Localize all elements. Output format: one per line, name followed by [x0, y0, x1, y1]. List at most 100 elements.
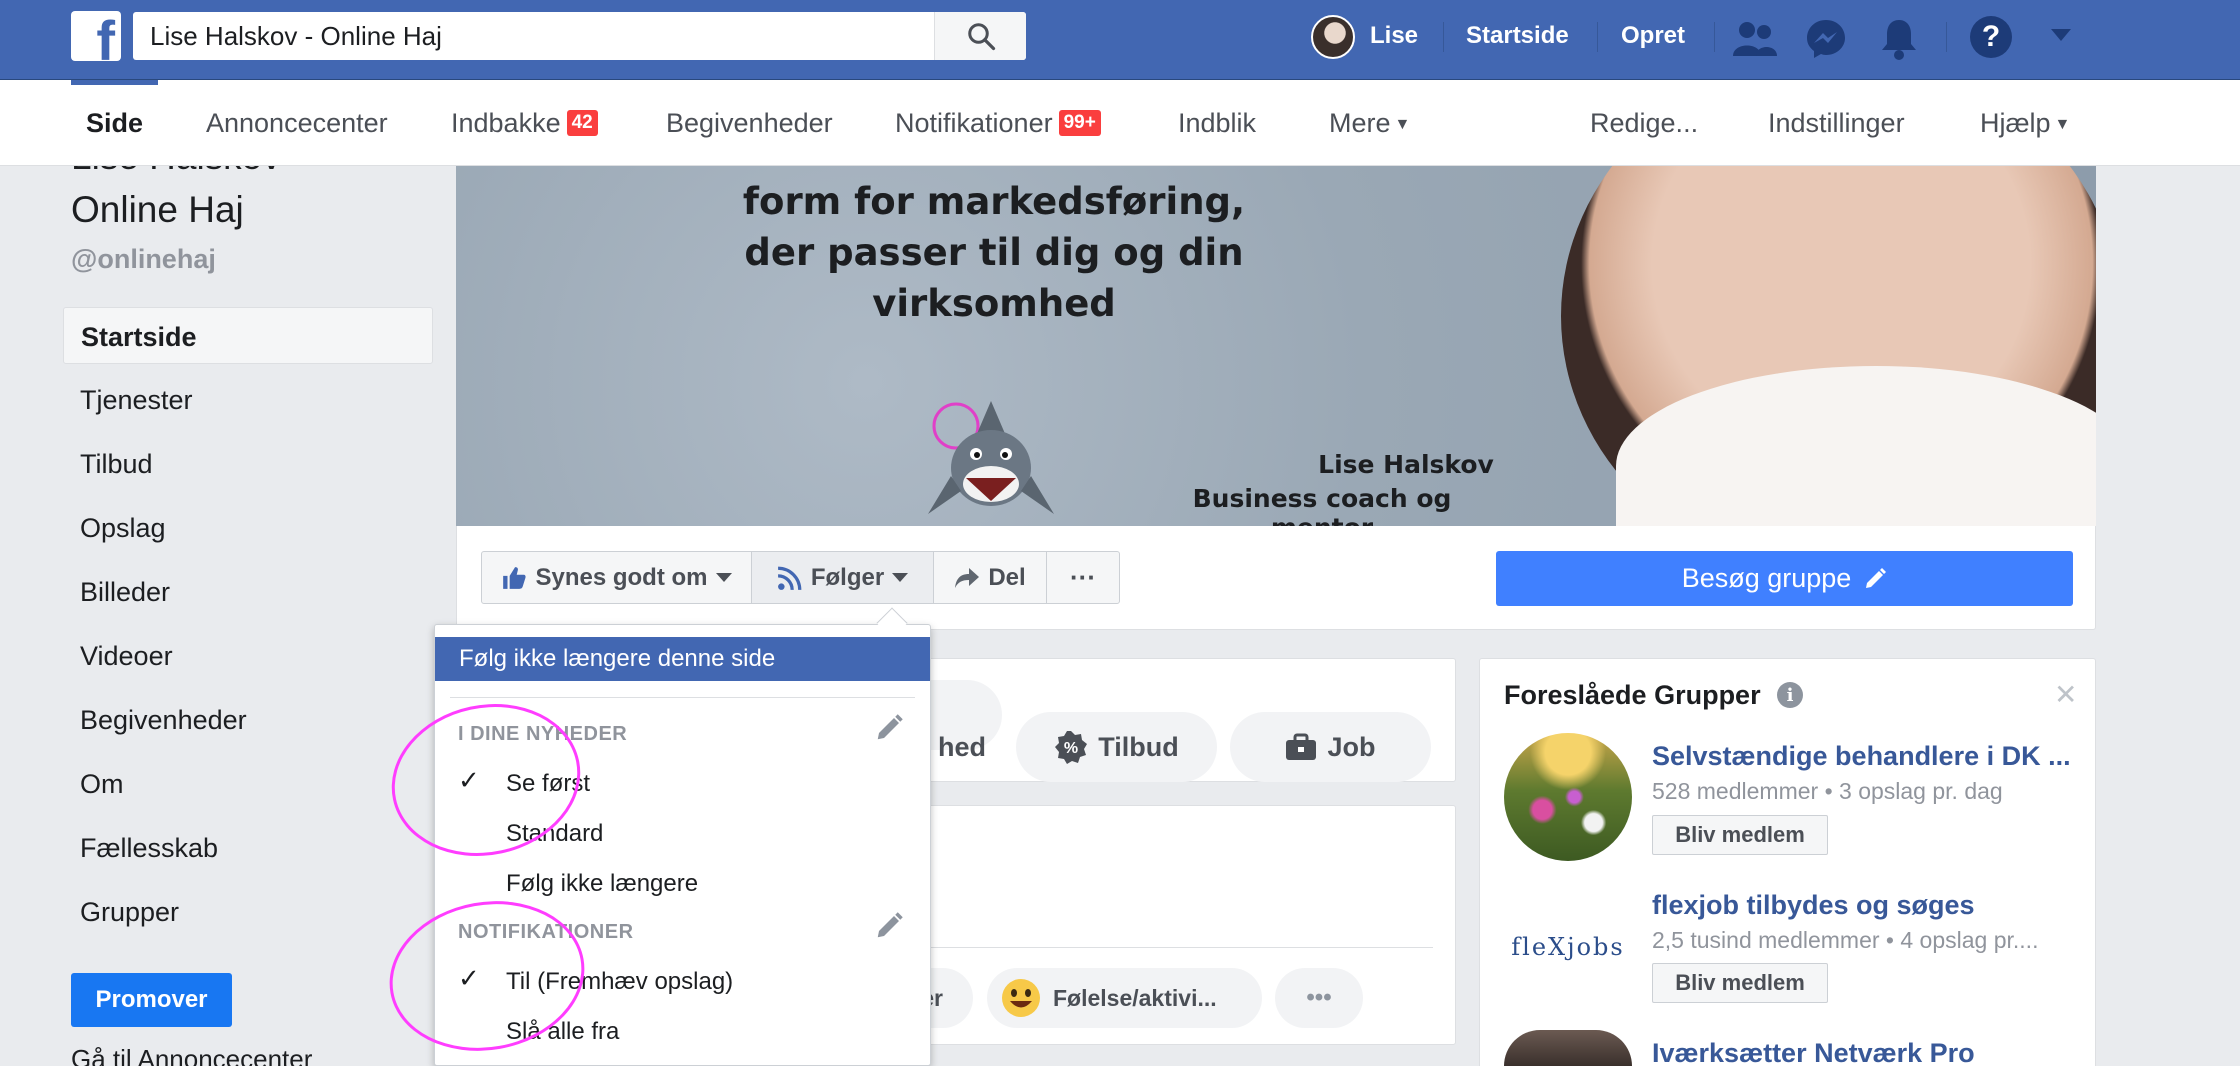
go-to-ad-center-link[interactable]: Gå til Annoncecenter: [71, 1044, 312, 1066]
tab-pill-jobs[interactable]: Job: [1230, 712, 1431, 782]
group-thumbnail[interactable]: [1504, 733, 1632, 861]
tab-notifications[interactable]: Notifikationer 99+: [895, 108, 1101, 139]
create-link[interactable]: Opret: [1621, 22, 1685, 50]
composer-more-button[interactable]: •••: [1275, 968, 1363, 1028]
tab-label: Indstillinger: [1768, 108, 1905, 138]
smiley-emoji-icon: [1002, 979, 1040, 1017]
tab-label: Mere: [1329, 108, 1391, 138]
group-name-link[interactable]: Iværksætter Netværk Pro: [1652, 1038, 1975, 1066]
group-logo[interactable]: fleXjobs: [1504, 883, 1632, 1011]
help-icon[interactable]: ?: [1970, 16, 2012, 58]
more-options-button[interactable]: ···: [1046, 551, 1120, 604]
svg-text:%: %: [1064, 740, 1078, 757]
group-name-link[interactable]: Selvstændige behandlere i DK ...: [1652, 741, 2071, 772]
tab-label: Notifikationer: [895, 108, 1053, 138]
following-label: Følger: [810, 563, 885, 591]
active-tab-indicator: [71, 80, 158, 85]
menu-divider: [450, 697, 915, 698]
sidebar-item-posts[interactable]: Opslag: [63, 499, 433, 556]
tab-page[interactable]: Side: [86, 108, 143, 139]
search-input[interactable]: [133, 12, 933, 60]
visit-group-button[interactable]: Besøg gruppe: [1496, 551, 2073, 606]
tab-pill-offers[interactable]: % Tilbud: [1016, 712, 1217, 782]
sidebar-item-services[interactable]: Tjenester: [63, 371, 433, 428]
nav-divider: [1946, 22, 1947, 52]
sidebar-item-about[interactable]: Om: [63, 755, 433, 812]
tab-pill-label: Job: [1327, 731, 1376, 762]
briefcase-icon: [1286, 733, 1317, 760]
close-icon[interactable]: ✕: [2054, 678, 2077, 711]
tab-label: Redige...: [1590, 108, 1699, 138]
tab-edit[interactable]: Redige...: [1590, 108, 1698, 139]
cover-text-line3: virksomhed: [872, 282, 1116, 325]
tab-ad-center[interactable]: Annoncecenter: [206, 108, 388, 139]
group-name-link[interactable]: flexjob tilbydes og søges: [1652, 890, 1975, 921]
tab-more[interactable]: Mere ▼: [1329, 108, 1410, 139]
cover-person-title: Business coach og mentor: [1192, 484, 1452, 526]
thumbs-up-icon: [503, 566, 527, 589]
following-button[interactable]: Følger: [751, 551, 934, 604]
page-handle[interactable]: @onlinehaj: [71, 244, 216, 275]
sidebar-item-events[interactable]: Begivenheder: [63, 691, 433, 748]
group-meta: 2,5 tusind medlemmer • 4 opslag pr....: [1652, 927, 2039, 953]
feeling-label: Følelse/aktivi...: [1053, 984, 1217, 1011]
home-link[interactable]: Startside: [1466, 22, 1569, 50]
tab-help[interactable]: Hjælp ▼: [1980, 108, 2070, 139]
tab-label: Side: [86, 108, 144, 138]
friend-requests-icon[interactable]: [1732, 20, 1778, 58]
unfollow-option[interactable]: Følg ikke længere: [506, 870, 698, 898]
join-group-button[interactable]: Bliv medlem: [1652, 815, 1828, 855]
facebook-logo-icon[interactable]: f: [71, 11, 121, 61]
sidebar-item-videos[interactable]: Videoer: [63, 627, 433, 684]
composer-divider: [918, 947, 1433, 948]
group-thumbnail[interactable]: [1504, 1030, 1632, 1066]
tab-settings[interactable]: Indstillinger: [1768, 108, 1905, 139]
tab-pill-label: hed: [937, 731, 986, 762]
rss-feed-icon: [777, 566, 802, 590]
visit-group-label: Besøg gruppe: [1681, 563, 1852, 593]
sidebar-item-photos[interactable]: Billeder: [63, 563, 433, 620]
tab-inbox[interactable]: Indbakke 42: [451, 108, 598, 139]
notifications-bell-icon[interactable]: [1880, 17, 1918, 61]
info-icon[interactable]: i: [1777, 682, 1803, 708]
notifications-count-badge: 99+: [1058, 110, 1101, 136]
unfollow-page-menu-item[interactable]: Følg ikke længere denne side: [435, 637, 930, 681]
suggested-groups-title: Foreslåede Grupper: [1504, 680, 1761, 710]
sidebar-item-groups[interactable]: Grupper: [63, 883, 433, 940]
like-page-button[interactable]: Synes godt om: [481, 551, 752, 604]
cover-person-name: Lise Halskov: [1318, 450, 1494, 479]
sidebar-item-community[interactable]: Fællesskab: [63, 819, 433, 876]
tab-pill-label: Tilbud: [1098, 731, 1179, 762]
more-dots-icon: ···: [1070, 562, 1096, 592]
messenger-icon[interactable]: [1805, 18, 1847, 60]
inbox-count-badge: 42: [566, 110, 598, 136]
feeling-activity-button[interactable]: Følelse/aktivi...: [987, 968, 1262, 1028]
join-group-button[interactable]: Bliv medlem: [1652, 963, 1828, 1003]
like-label: Synes godt om: [535, 563, 708, 591]
tab-label: Indblik: [1178, 108, 1257, 138]
search-icon: [967, 23, 995, 51]
user-avatar[interactable]: [1311, 15, 1355, 59]
sidebar-item-home[interactable]: Startside: [63, 307, 433, 364]
pencil-icon: [1866, 567, 1887, 588]
edit-pencil-icon[interactable]: [874, 713, 904, 743]
cover-photo[interactable]: form for markedsføring, der passer til d…: [456, 166, 2096, 526]
sidebar-item-offers[interactable]: Tilbud: [63, 435, 433, 492]
account-menu-caret-icon[interactable]: [2051, 29, 2071, 43]
tab-insights[interactable]: Indblik: [1178, 108, 1256, 139]
tab-label: Hjælp: [1980, 108, 2051, 138]
top-navigation-bar: f Lise Startside Opret ?: [0, 0, 2240, 80]
share-button[interactable]: Del: [933, 551, 1047, 604]
tab-label: Begivenheder: [666, 108, 833, 138]
caret-down-icon: [715, 572, 732, 582]
nav-divider: [1597, 22, 1598, 52]
cover-text-line2: der passer til dig og din: [744, 231, 1244, 274]
edit-pencil-icon[interactable]: [874, 911, 904, 941]
tab-events[interactable]: Begivenheder: [666, 108, 833, 139]
page-name-line2: Online Haj: [71, 189, 244, 230]
profile-link[interactable]: Lise: [1370, 22, 1418, 50]
search-button[interactable]: [934, 12, 1026, 60]
promote-button[interactable]: Promover: [71, 973, 232, 1027]
search-box: [133, 12, 1026, 60]
more-dots-icon: •••: [1306, 984, 1332, 1011]
